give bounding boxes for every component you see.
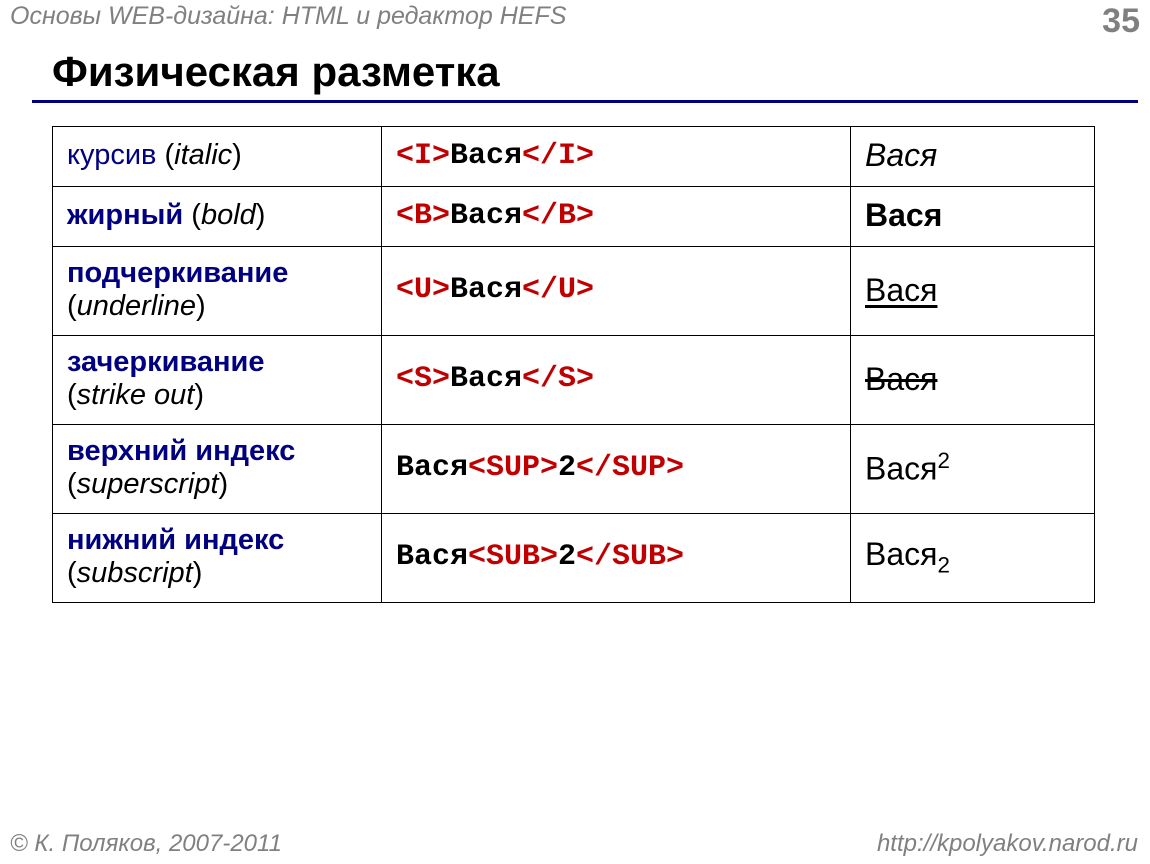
code-inner: 2: [558, 540, 576, 574]
table-row: подчеркивание(underline)<U>Вася</U>Вася: [53, 247, 1095, 336]
label-en: strike out: [77, 379, 195, 411]
result-cell: Вася: [851, 247, 1095, 336]
footer: © К. Поляков, 2007-2011 http://kpolyakov…: [10, 830, 1138, 858]
tag-close: </S>: [522, 362, 594, 396]
content-area: курсив (italic)<I>Вася</I>Васяжирный (bo…: [52, 126, 1095, 603]
source-url: http://kpolyakov.narod.ru: [877, 830, 1138, 858]
table-row: курсив (italic)<I>Вася</I>Вася: [53, 127, 1095, 187]
subject-label: Основы WEB-дизайна: HTML и редактор HEFS: [10, 2, 566, 31]
label-ru: курсив: [67, 139, 156, 171]
label-en: underline: [77, 290, 196, 322]
code-inner: Вася: [450, 273, 522, 307]
table-row: жирный (bold)<B>Вася</B>Вася: [53, 187, 1095, 247]
table-row: нижний индекс(subscript)Вася<SUB>2</SUB>…: [53, 514, 1095, 603]
label-en: subscript: [77, 557, 193, 589]
code-pretext: Вася: [396, 451, 468, 485]
tag-open: <U>: [396, 273, 450, 307]
tag-open: <S>: [396, 362, 450, 396]
table-row: зачеркивание(strike out)<S>Вася</S>Вася: [53, 336, 1095, 425]
result-cell: Вася: [851, 127, 1095, 187]
code-cell: <B>Вася</B>: [382, 187, 851, 247]
label-cell: нижний индекс(subscript): [53, 514, 382, 603]
tag-close: </B>: [522, 199, 594, 233]
tag-open: <B>: [396, 199, 450, 233]
result-cell: Вася2: [851, 425, 1095, 514]
code-pretext: Вася: [396, 540, 468, 574]
label-ru: зачеркивание: [67, 346, 265, 378]
tag-close: </SUB>: [576, 540, 684, 574]
table-row: верхний индекс(superscript)Вася<SUP>2</S…: [53, 425, 1095, 514]
slide: Основы WEB-дизайна: HTML и редактор HEFS…: [0, 0, 1150, 864]
tag-open: <SUB>: [468, 540, 558, 574]
tag-close: </I>: [522, 139, 594, 173]
tag-open: <SUP>: [468, 451, 558, 485]
label-ru: нижний индекс: [67, 524, 284, 556]
label-cell: жирный (bold): [53, 187, 382, 247]
markup-table: курсив (italic)<I>Вася</I>Васяжирный (bo…: [52, 126, 1095, 603]
label-en: italic: [174, 139, 232, 171]
title-rule: [32, 100, 1138, 103]
code-cell: <I>Вася</I>: [382, 127, 851, 187]
code-inner: Вася: [450, 362, 522, 396]
result-text: Вася: [865, 451, 937, 487]
label-cell: верхний индекс(superscript): [53, 425, 382, 514]
result-text: Вася: [865, 197, 942, 233]
label-cell: зачеркивание(strike out): [53, 336, 382, 425]
tag-close: </SUP>: [576, 451, 684, 485]
slide-title: Физическая разметка: [52, 48, 500, 96]
result-sub: 2: [937, 552, 949, 577]
label-ru: подчеркивание: [67, 257, 288, 289]
label-cell: подчеркивание(underline): [53, 247, 382, 336]
topbar: Основы WEB-дизайна: HTML и редактор HEFS…: [10, 2, 1140, 41]
code-cell: Вася<SUP>2</SUP>: [382, 425, 851, 514]
label-en: bold: [201, 199, 256, 231]
label-en: superscript: [77, 468, 219, 500]
label-ru: жирный: [67, 199, 183, 231]
code-inner: Вася: [450, 199, 522, 233]
result-text: Вася: [865, 536, 937, 572]
code-inner: 2: [558, 451, 576, 485]
code-cell: <U>Вася</U>: [382, 247, 851, 336]
tag-close: </U>: [522, 273, 594, 307]
result-sup: 2: [937, 448, 949, 473]
result-text: Вася: [865, 272, 937, 308]
code-cell: Вася<SUB>2</SUB>: [382, 514, 851, 603]
copyright: © К. Поляков, 2007-2011: [10, 830, 282, 858]
code-cell: <S>Вася</S>: [382, 336, 851, 425]
result-text: Вася: [865, 137, 937, 173]
result-text: Вася: [865, 361, 937, 397]
label-ru: верхний индекс: [67, 435, 295, 467]
result-cell: Вася: [851, 336, 1095, 425]
label-cell: курсив (italic): [53, 127, 382, 187]
result-cell: Вася2: [851, 514, 1095, 603]
page-number: 35: [1102, 2, 1140, 41]
tag-open: <I>: [396, 139, 450, 173]
code-inner: Вася: [450, 139, 522, 173]
result-cell: Вася: [851, 187, 1095, 247]
